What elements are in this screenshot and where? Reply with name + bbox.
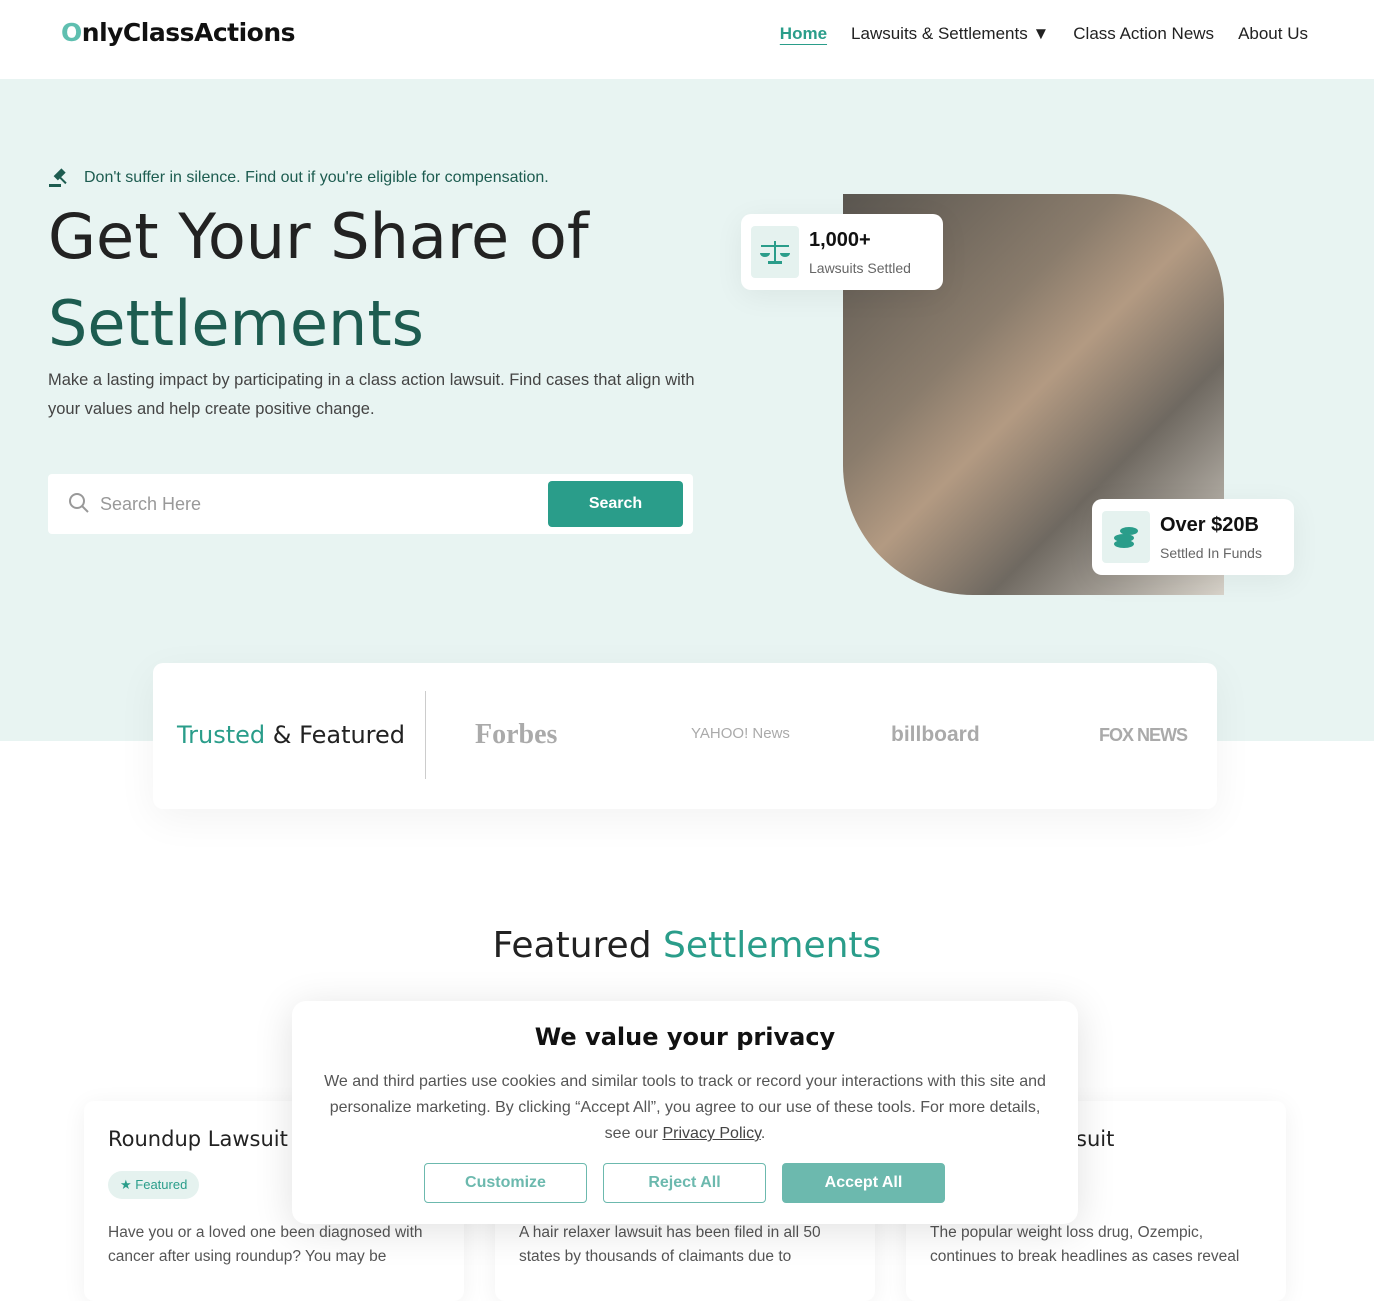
top-nav: OnlyClassActions Home Lawsuits & Settlem… (0, 0, 1374, 79)
cookie-period: . (760, 1125, 766, 1142)
logo-o: O (61, 18, 82, 47)
card-text: The popular weight loss drug, Ozempic, c… (930, 1224, 1240, 1265)
featured-settlements-heading: Featured Settlements (0, 925, 1374, 966)
card-title: suit (1076, 1127, 1115, 1151)
trusted-featured-bar: Trusted & Featured Forbes YAHOO! News bi… (153, 663, 1217, 809)
customize-button[interactable]: Customize (424, 1163, 587, 1203)
nav-class-action-news[interactable]: Class Action News (1073, 24, 1214, 44)
trusted-rest: & Featured (265, 721, 406, 749)
fox-news-logo: FOX NEWS (1099, 725, 1188, 745)
divider (425, 691, 426, 779)
card-text: A hair relaxer lawsuit has been filed in… (519, 1224, 821, 1265)
trusted-heading: Trusted & Featured (177, 721, 405, 749)
accept-all-button[interactable]: Accept All (782, 1163, 945, 1203)
stat-value: Over $20B (1160, 513, 1259, 536)
trusted-accent: Trusted (177, 721, 266, 749)
logo[interactable]: OnlyClassActions (61, 18, 296, 47)
stat-settled-funds: Over $20B Settled In Funds (1092, 499, 1294, 575)
hero-title-line2: Settlements (48, 287, 424, 360)
stat-label: Lawsuits Settled (809, 259, 911, 276)
coins-icon (1102, 511, 1150, 563)
search-icon (69, 493, 89, 513)
nav-lawsuits-settlements[interactable]: Lawsuits & Settlements ▼ (851, 24, 1049, 44)
forbes-logo: Forbes (475, 719, 558, 750)
stat-label: Settled In Funds (1160, 544, 1262, 561)
cookie-title: We value your privacy (534, 1023, 836, 1051)
featured-badge: ★ Featured (108, 1171, 200, 1199)
scales-icon (751, 226, 799, 278)
search-button[interactable]: Search (548, 481, 683, 527)
cookie-consent-modal: We value your privacy We and third parti… (292, 1001, 1078, 1224)
yahoo-news-logo: YAHOO! News (691, 725, 790, 742)
nav-home[interactable]: Home (780, 24, 827, 44)
main-menu: Home Lawsuits & Settlements ▼ Class Acti… (780, 24, 1308, 44)
stat-lawsuits-settled: 1,000+ Lawsuits Settled (741, 214, 943, 290)
tagline: Don't suffer in silence. Find out if you… (48, 168, 549, 188)
stat-value: 1,000+ (809, 228, 871, 251)
search-bar: Search (48, 474, 693, 534)
heading-dark: Featured (492, 925, 664, 966)
logo-text: nlyClassActions (81, 18, 296, 47)
hero-title-line1: Get Your Share of (48, 200, 589, 273)
privacy-policy-link[interactable]: Privacy Policy (662, 1125, 760, 1142)
star-icon: ★ (120, 1177, 132, 1192)
nav-about-us[interactable]: About Us (1238, 24, 1308, 44)
badge-text: Featured (135, 1177, 188, 1192)
billboard-logo: billboard (891, 723, 980, 746)
hero-lead: Make a lasting impact by participating i… (48, 371, 695, 418)
gavel-icon (49, 168, 67, 187)
heading-accent: Settlements (663, 925, 882, 966)
cookie-text: We and third parties use cookies and sim… (315, 1069, 1055, 1147)
tagline-text: Don't suffer in silence. Find out if you… (84, 169, 549, 186)
reject-all-button[interactable]: Reject All (603, 1163, 766, 1203)
card-text: Have you or a loved one been diagnosed w… (108, 1224, 423, 1265)
search-input[interactable] (100, 488, 530, 520)
card-title: Roundup Lawsuit (108, 1127, 288, 1151)
